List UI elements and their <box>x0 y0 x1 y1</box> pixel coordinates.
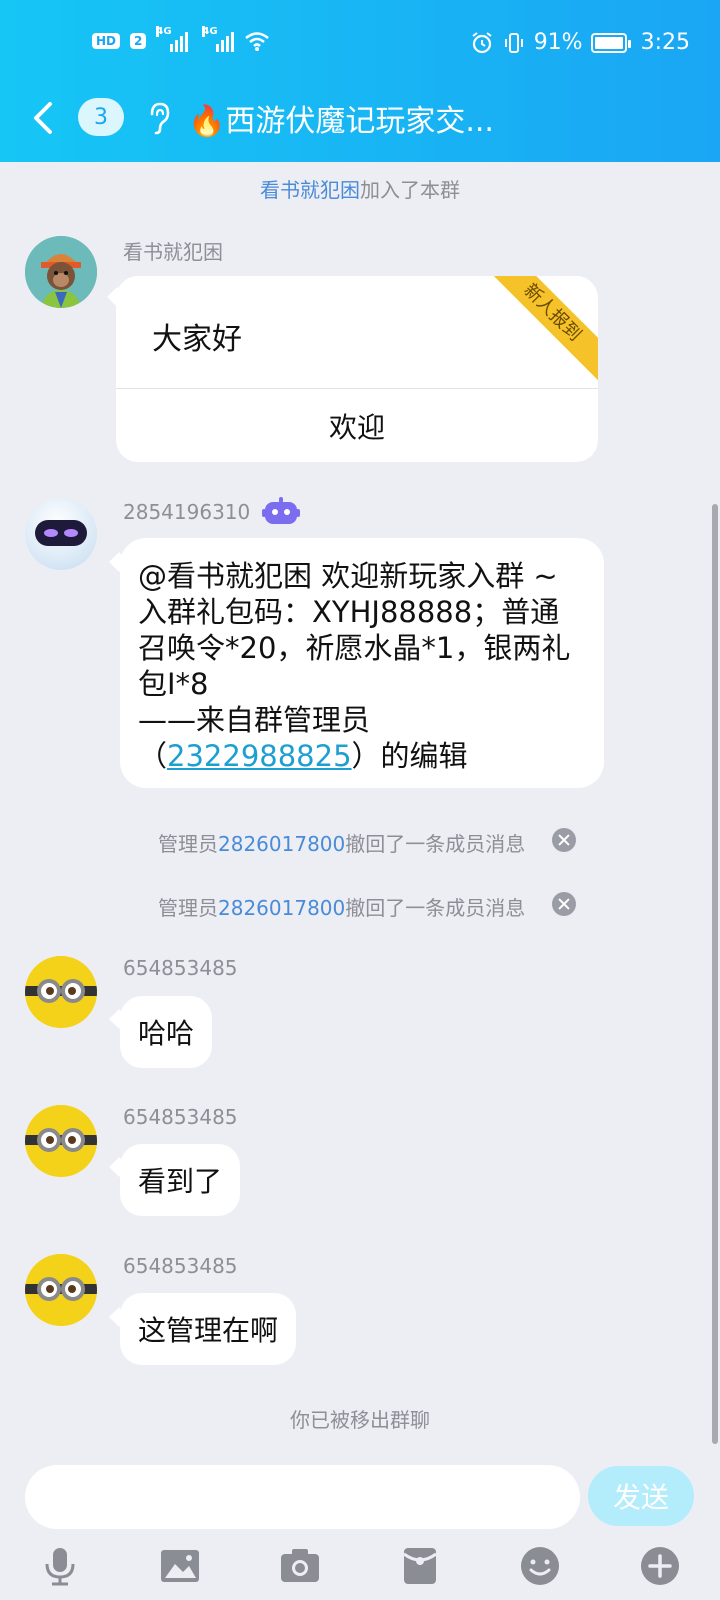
join-notice: 看书就犯困加入了本群 <box>0 174 720 203</box>
earpiece-mode-icon <box>150 102 170 135</box>
app-header: HD 2 4G 4G 91% 3:25 3 🔥西游伏魔记玩家交... <box>0 0 720 162</box>
minion-avatar-icon <box>25 1105 97 1177</box>
recall-notice: 管理员2826017800撤回了一条成员消息 <box>158 892 525 921</box>
robot-badge-icon <box>262 497 300 524</box>
ribbon-label: 新人报到 <box>488 276 598 381</box>
message-line: 召唤令*20，祈愿水晶*1，银两礼 <box>138 631 571 665</box>
send-button[interactable]: 发送 <box>588 1466 694 1526</box>
hd-badge: HD <box>92 33 121 49</box>
red-packet-icon[interactable] <box>398 1544 442 1588</box>
mic-icon[interactable] <box>38 1544 82 1588</box>
avatar[interactable] <box>25 1254 97 1326</box>
image-icon[interactable] <box>158 1544 202 1588</box>
message-input[interactable] <box>25 1465 580 1529</box>
emoji-icon[interactable] <box>518 1544 562 1588</box>
sender-name: 2854196310 <box>123 500 251 524</box>
message-line: @看书就犯困 欢迎新玩家入群 ~ <box>138 559 558 593</box>
recall-suffix: 撤回了一条成员消息 <box>345 832 526 856</box>
paren-open: （ <box>138 739 168 773</box>
nav-bar: 3 🔥西游伏魔记玩家交... <box>0 90 720 146</box>
scrollbar[interactable] <box>712 504 718 1444</box>
sim-badge: 2 <box>130 33 147 49</box>
recall-notice: 管理员2826017800撤回了一条成员消息 <box>158 828 525 857</box>
wifi-icon <box>245 32 270 51</box>
removed-notice: 你已被移出群聊 <box>290 1408 430 1432</box>
message-card[interactable]: 大家好 新人报到 欢迎 <box>116 276 598 462</box>
signal-icon: 4G <box>156 26 189 52</box>
card-text: 大家好 <box>152 322 242 357</box>
battery-icon <box>590 32 631 53</box>
avatar[interactable] <box>25 236 97 308</box>
signal-type-label: 4G <box>156 26 172 37</box>
bot-avatar[interactable] <box>25 498 97 570</box>
sender-name: 654853485 <box>123 1254 238 1278</box>
back-icon[interactable] <box>26 98 60 138</box>
message-bubble[interactable]: 看到了 <box>120 1144 241 1216</box>
message-bubble[interactable]: 这管理在啊 <box>120 1293 297 1365</box>
vibrate-icon <box>504 32 523 53</box>
message-line: 包I*8 <box>138 667 209 701</box>
alarm-icon <box>472 31 492 53</box>
signal-type-label: 4G <box>202 26 218 37</box>
join-notice-user[interactable]: 看书就犯困 <box>260 178 360 202</box>
recall-admin-link[interactable]: 2826017800 <box>218 896 345 920</box>
recall-prefix: 管理员 <box>158 896 218 920</box>
avatar[interactable] <box>25 1105 97 1177</box>
recall-suffix: 撤回了一条成员消息 <box>345 896 526 920</box>
recall-prefix: 管理员 <box>158 832 218 856</box>
sender-name: 654853485 <box>123 1105 238 1129</box>
signal-icon: 4G <box>202 26 235 52</box>
unread-count-badge[interactable]: 3 <box>78 98 124 136</box>
recall-admin-link[interactable]: 2826017800 <box>218 832 345 856</box>
minion-avatar-icon <box>25 956 97 1028</box>
message-bubble[interactable]: 哈哈 <box>120 996 213 1068</box>
camera-icon[interactable] <box>278 1544 322 1588</box>
message-line: 入群礼包码：XYHJ88888；普通 <box>138 595 560 629</box>
card-divider <box>116 388 598 389</box>
minion-avatar-icon <box>25 1254 97 1326</box>
close-icon[interactable] <box>552 828 576 852</box>
message-line: ——来自群管理员 <box>138 703 371 737</box>
group-title[interactable]: 🔥西游伏魔记玩家交... <box>188 96 494 140</box>
sender-name: 看书就犯困 <box>123 240 223 264</box>
edit-suffix: ）的编辑 <box>351 739 468 773</box>
welcome-button[interactable]: 欢迎 <box>116 406 598 446</box>
monkey-avatar-icon <box>25 236 97 308</box>
close-icon[interactable] <box>552 892 576 916</box>
sender-name: 654853485 <box>123 956 238 980</box>
battery-percent: 91% <box>533 30 583 55</box>
status-bar: HD 2 4G 4G 91% 3:25 <box>0 26 720 62</box>
admin-qq-link[interactable]: 2322988825 <box>167 739 352 773</box>
message-line: （2322988825）的编辑 <box>138 738 586 774</box>
ribbon: 新人报到 <box>488 276 598 386</box>
clock: 3:25 <box>640 30 690 55</box>
robot-avatar-icon <box>35 520 87 546</box>
join-notice-text: 加入了本群 <box>360 178 460 202</box>
input-toolbar <box>0 1540 720 1600</box>
avatar[interactable] <box>25 956 97 1028</box>
bot-message-bubble[interactable]: @看书就犯困 欢迎新玩家入群 ~ 入群礼包码：XYHJ88888；普通 召唤令*… <box>120 538 604 788</box>
plus-icon[interactable] <box>638 1544 682 1588</box>
